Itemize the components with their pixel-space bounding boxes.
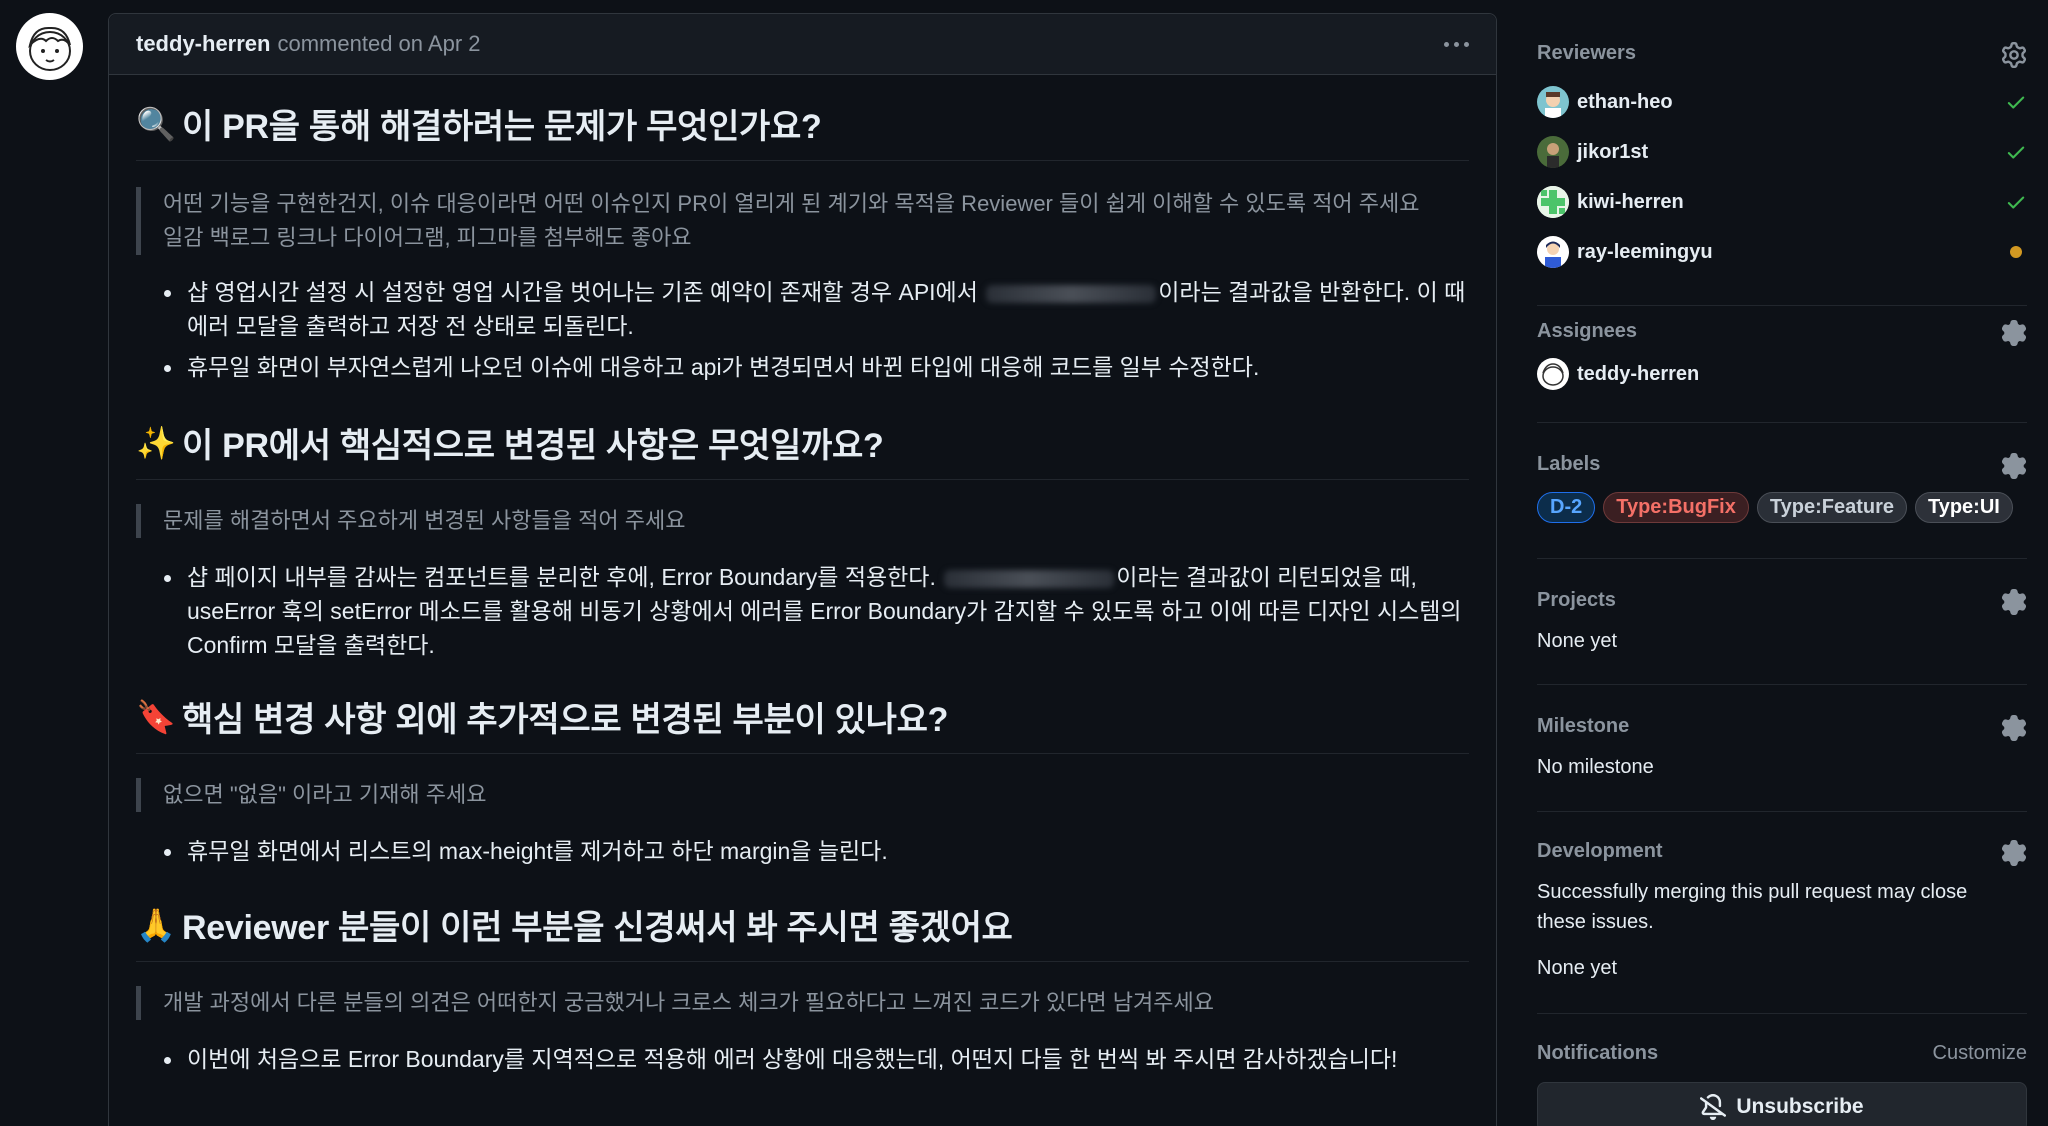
milestone-section: Milestone No milestone bbox=[1537, 685, 2027, 812]
quote-line: 개발 과정에서 다른 분들의 의견은 어떠한지 궁금했거나 크로스 체크가 필요… bbox=[163, 990, 1214, 1015]
reviewer-row[interactable]: jikor1st bbox=[1537, 127, 2027, 177]
gear-icon[interactable] bbox=[2001, 453, 2027, 479]
label-feature[interactable]: Type:Feature bbox=[1756, 492, 1907, 523]
section-heading: 🔖 핵심 변경 사항 외에 추가적으로 변경된 부분이 있나요? bbox=[136, 692, 1469, 754]
list-item: 휴무일 화면이 부자연스럽게 나오던 이슈에 대응하고 api가 변경되면서 바… bbox=[164, 350, 1469, 384]
reviewer-row[interactable]: ray-leemingyu bbox=[1537, 227, 2027, 277]
comment-body: 🔍 이 PR을 통해 해결하려는 문제가 무엇인가요? 어떤 기능을 구현한건지… bbox=[109, 99, 1496, 1076]
section-title: 핵심 변경 사항 외에 추가적으로 변경된 부분이 있나요? bbox=[182, 701, 949, 739]
list-item-text: 휴무일 화면에서 리스트의 max-height를 제거하고 하단 margin… bbox=[187, 838, 888, 864]
bullet-list: 이번에 처음으로 Error Boundary를 지역적으로 적용해 에러 상황… bbox=[164, 1042, 1469, 1076]
label-d2[interactable]: D-2 bbox=[1537, 492, 1596, 523]
labels-title[interactable]: Labels bbox=[1537, 453, 2027, 476]
pr-comment: teddy-herren commented on Apr 2 🔍 이 PR을 … bbox=[108, 13, 1497, 1126]
label-bugfix[interactable]: Type:BugFix bbox=[1603, 492, 1749, 523]
quote-line: 문제를 해결하면서 주요하게 변경된 사항들을 적어 주세요 bbox=[163, 508, 686, 533]
avatar bbox=[1537, 236, 1569, 268]
list-item: 이번에 처음으로 Error Boundary를 지역적으로 적용해 에러 상황… bbox=[164, 1042, 1469, 1076]
reviewer-name: ray-leemingyu bbox=[1577, 240, 1713, 263]
reviewer-row[interactable]: kiwi-herren bbox=[1537, 177, 2027, 227]
list-item-text: 샵 페이지 내부를 감싸는 컴포넌트를 분리한 후에, Error Bounda… bbox=[187, 564, 943, 590]
development-section: Development Successfully merging this pu… bbox=[1537, 812, 2027, 1014]
gear-icon[interactable] bbox=[2001, 42, 2027, 68]
reviewer-name: jikor1st bbox=[1577, 140, 1649, 163]
quote-line: 일감 백로그 링크나 다이어그램, 피그마를 첨부해도 좋아요 bbox=[163, 225, 692, 250]
avatar bbox=[1537, 86, 1569, 118]
projects-value: None yet bbox=[1537, 630, 1618, 652]
development-value: None yet bbox=[1537, 957, 1618, 979]
projects-section: Projects None yet bbox=[1537, 559, 2027, 685]
section-title: 이 PR을 통해 해결하려는 문제가 무엇인가요? bbox=[182, 108, 822, 146]
quote-line: 없으면 "없음" 이라고 기재해 주세요 bbox=[163, 782, 487, 807]
reviewer-name: ethan-heo bbox=[1577, 90, 1673, 113]
list-item: 샵 페이지 내부를 감싸는 컴포넌트를 분리한 후에, Error Bounda… bbox=[164, 560, 1469, 662]
sparkles-emoji-icon: ✨ bbox=[136, 423, 176, 462]
unsubscribe-button[interactable]: Unsubscribe bbox=[1537, 1082, 2027, 1126]
assignee-name: teddy-herren bbox=[1577, 362, 1700, 385]
quote-line: 어떤 기능을 구현한건지, 이슈 대응이라면 어떤 이슈인지 PR이 열리게 된… bbox=[163, 191, 1420, 216]
section-title: Reviewer 분들이 이런 부분을 신경써서 봐 주시면 좋겠어요 bbox=[182, 909, 1013, 947]
avatar bbox=[1537, 136, 1569, 168]
labels-section: Labels D-2 Type:BugFix Type:Feature Type… bbox=[1537, 423, 2027, 559]
assignees-title[interactable]: Assignees bbox=[1537, 320, 2027, 343]
reviewer-row[interactable]: ethan-heo bbox=[1537, 77, 2027, 127]
development-description: Successfully merging this pull request m… bbox=[1537, 881, 1968, 933]
bell-slash-icon bbox=[1700, 1094, 1727, 1120]
pr-sidebar: Reviewers ethan-heo jikor1st kiwi-herren… bbox=[1537, 0, 2027, 1126]
milestone-value: No milestone bbox=[1537, 756, 1654, 778]
label-list: D-2 Type:BugFix Type:Feature Type:UI bbox=[1537, 492, 2027, 523]
more-options-icon[interactable] bbox=[1444, 41, 1469, 47]
check-icon bbox=[2007, 196, 2025, 209]
list-item-text: 이번에 처음으로 Error Boundary를 지역적으로 적용해 에러 상황… bbox=[187, 1046, 1398, 1072]
magnifier-emoji-icon: 🔍 bbox=[136, 104, 176, 143]
author-avatar[interactable] bbox=[16, 13, 83, 80]
check-icon bbox=[2007, 96, 2025, 109]
development-title[interactable]: Development bbox=[1537, 840, 2027, 863]
avatar bbox=[1537, 186, 1569, 218]
section-heading: 🔍 이 PR을 통해 해결하려는 문제가 무엇인가요? bbox=[136, 99, 1469, 161]
avatar-illustration-icon bbox=[27, 26, 71, 71]
customize-link[interactable]: Customize bbox=[1933, 1042, 2027, 1065]
section-title: 이 PR에서 핵심적으로 변경된 사항은 무엇일까요? bbox=[182, 427, 884, 465]
redacted-text bbox=[944, 569, 1115, 588]
bullet-list: 샵 영업시간 설정 시 설정한 영업 시간을 벗어나는 기존 예약이 존재할 경… bbox=[164, 275, 1469, 384]
section-quote: 어떤 기능을 구현한건지, 이슈 대응이라면 어떤 이슈인지 PR이 열리게 된… bbox=[136, 187, 1469, 255]
reviewers-title[interactable]: Reviewers bbox=[1537, 42, 2027, 65]
bookmark-emoji-icon: 🔖 bbox=[136, 697, 176, 736]
comment-header: teddy-herren commented on Apr 2 bbox=[109, 14, 1496, 75]
projects-title[interactable]: Projects bbox=[1537, 589, 2027, 612]
label-ui[interactable]: Type:UI bbox=[1914, 492, 2013, 523]
bullet-list: 샵 페이지 내부를 감싸는 컴포넌트를 분리한 후에, Error Bounda… bbox=[164, 560, 1469, 662]
assignees-section: Assignees teddy-herren bbox=[1537, 306, 2027, 423]
gear-icon[interactable] bbox=[2001, 840, 2027, 866]
reviewer-name: kiwi-herren bbox=[1577, 190, 1684, 213]
section-heading: ✨ 이 PR에서 핵심적으로 변경된 사항은 무엇일까요? bbox=[136, 418, 1469, 480]
section-quote: 없으면 "없음" 이라고 기재해 주세요 bbox=[136, 778, 1469, 812]
comment-author[interactable]: teddy-herren bbox=[136, 31, 270, 57]
gear-icon[interactable] bbox=[2001, 715, 2027, 741]
section-quote: 개발 과정에서 다른 분들의 의견은 어떠한지 궁금했거나 크로스 체크가 필요… bbox=[136, 986, 1469, 1020]
unsubscribe-label: Unsubscribe bbox=[1736, 1095, 1864, 1118]
gear-icon[interactable] bbox=[2001, 589, 2027, 615]
assignee-row[interactable]: teddy-herren bbox=[1537, 349, 2027, 399]
gear-icon[interactable] bbox=[2001, 320, 2027, 346]
pending-dot-icon bbox=[2010, 246, 2022, 258]
comment-meta[interactable]: commented on Apr 2 bbox=[277, 31, 480, 57]
avatar bbox=[1537, 358, 1569, 390]
list-item: 샵 영업시간 설정 시 설정한 영업 시간을 벗어나는 기존 예약이 존재할 경… bbox=[164, 275, 1469, 343]
reviewers-section: Reviewers ethan-heo jikor1st kiwi-herren… bbox=[1537, 0, 2027, 306]
reviewers-list: ethan-heo jikor1st kiwi-herren ray-leemi… bbox=[1537, 77, 2027, 277]
praying-hands-emoji-icon: 🙏 bbox=[136, 905, 176, 944]
list-item-text: 휴무일 화면이 부자연스럽게 나오던 이슈에 대응하고 api가 변경되면서 바… bbox=[187, 354, 1260, 380]
section-heading: 🙏 Reviewer 분들이 이런 부분을 신경써서 봐 주시면 좋겠어요 bbox=[136, 900, 1469, 962]
list-item: 휴무일 화면에서 리스트의 max-height를 제거하고 하단 margin… bbox=[164, 834, 1469, 868]
notifications-title: Notifications bbox=[1537, 1042, 1659, 1064]
list-item-text: 샵 영업시간 설정 시 설정한 영업 시간을 벗어나는 기존 예약이 존재할 경… bbox=[187, 279, 985, 305]
milestone-title[interactable]: Milestone bbox=[1537, 715, 2027, 738]
check-icon bbox=[2007, 146, 2025, 159]
redacted-text bbox=[986, 284, 1157, 303]
section-quote: 문제를 해결하면서 주요하게 변경된 사항들을 적어 주세요 bbox=[136, 504, 1469, 538]
bullet-list: 휴무일 화면에서 리스트의 max-height를 제거하고 하단 margin… bbox=[164, 834, 1469, 868]
